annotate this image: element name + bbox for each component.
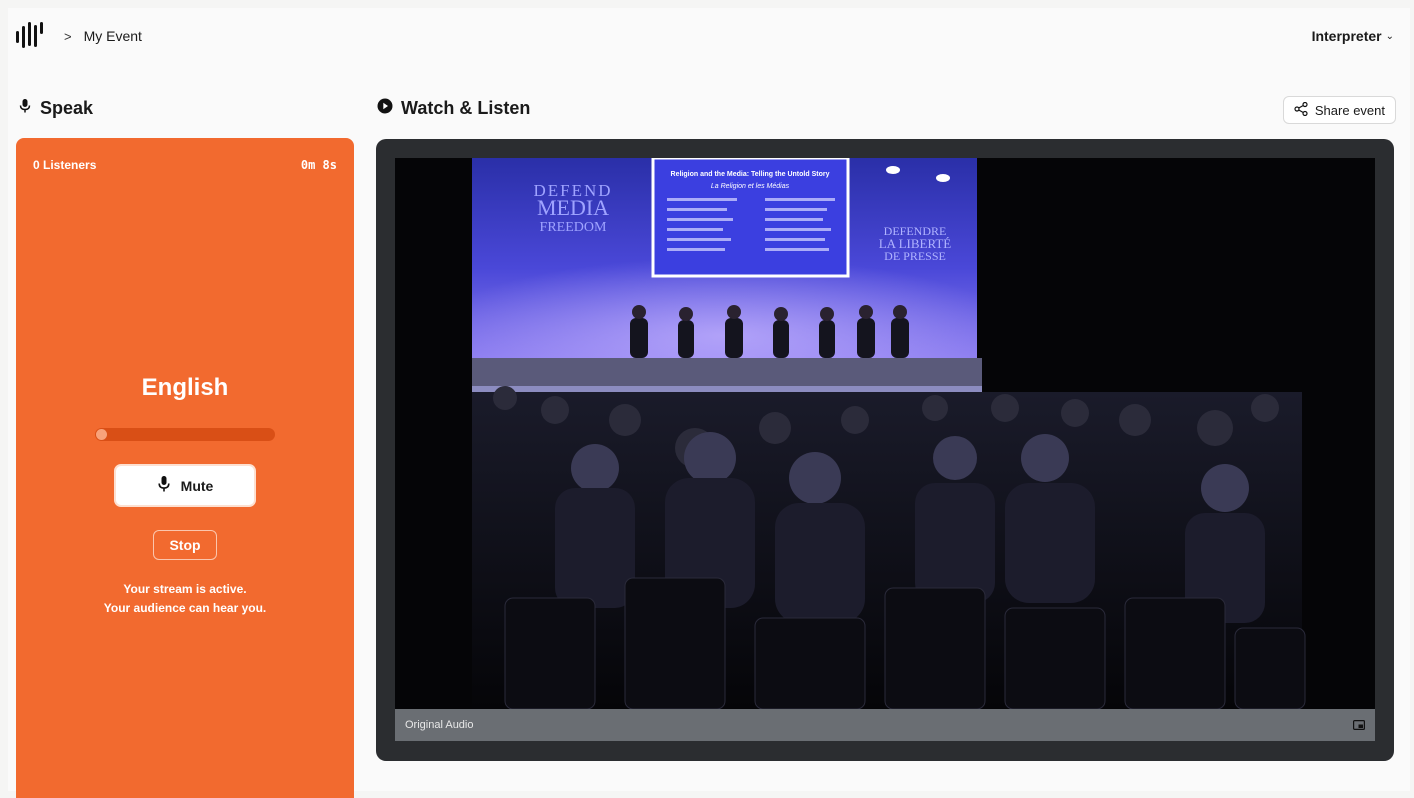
video-control-bar: Original Audio	[395, 709, 1375, 741]
stream-language: English	[141, 374, 229, 401]
stage-left-sign-line2: MEDIA	[537, 195, 609, 220]
role-dropdown[interactable]: Interpreter ⌄	[1312, 28, 1394, 44]
stage-right-sign-line3: DE PRESSE	[884, 249, 946, 263]
speak-section-title: Speak	[18, 98, 93, 119]
stream-status: Your stream is active. Your audience can…	[16, 580, 354, 618]
speak-title-text: Speak	[40, 98, 94, 118]
breadcrumb-event-name[interactable]: My Event	[84, 28, 142, 44]
watch-panel: Religion and the Media: Telling the Unto…	[376, 139, 1394, 761]
role-label: Interpreter	[1311, 28, 1382, 44]
audio-track-label[interactable]: Original Audio	[405, 719, 474, 731]
waveform-logo-icon[interactable]	[16, 22, 46, 50]
share-icon	[1294, 101, 1308, 119]
stop-label: Stop	[169, 537, 201, 553]
watch-title-text: Watch & Listen	[401, 98, 531, 118]
video-player[interactable]: Religion and the Media: Telling the Unto…	[395, 158, 1375, 709]
picture-in-picture-icon[interactable]	[1353, 720, 1365, 730]
microphone-icon	[157, 475, 171, 496]
breadcrumb: > My Event	[16, 22, 142, 50]
audio-level-meter	[95, 428, 275, 441]
video-frame: Religion and the Media: Telling the Unto…	[395, 158, 1375, 709]
stage-left-sign-line3: FREEDOM	[540, 220, 607, 235]
share-event-button[interactable]: Share event	[1282, 96, 1396, 124]
status-line-audience: Your audience can hear you.	[103, 601, 267, 615]
listener-count: 0 Listeners	[33, 158, 97, 172]
stop-button[interactable]: Stop	[153, 530, 217, 560]
stream-timer: 0m 8s	[300, 158, 337, 172]
share-event-label: Share event	[1314, 102, 1385, 118]
watch-section-title: Watch & Listen	[377, 98, 530, 119]
speak-panel: 0 Listeners 0m 8s English Mute Stop Your…	[16, 138, 354, 798]
audio-level-fill	[96, 429, 107, 440]
microphone-icon	[18, 98, 32, 119]
top-header: > My Event Interpreter ⌄	[8, 8, 1410, 64]
mute-button[interactable]: Mute	[114, 464, 256, 507]
breadcrumb-separator: >	[64, 28, 72, 44]
play-circle-icon	[377, 98, 393, 119]
screen-title: Religion and the Media: Telling the Unto…	[671, 171, 830, 178]
screen-subtitle: La Religion et les Médias	[711, 183, 790, 190]
app-window: > My Event Interpreter ⌄ Speak Watch & L…	[8, 8, 1410, 798]
status-line-active: Your stream is active.	[123, 582, 247, 596]
chevron-down-icon: ⌄	[1385, 30, 1394, 42]
mute-label: Mute	[180, 477, 214, 494]
